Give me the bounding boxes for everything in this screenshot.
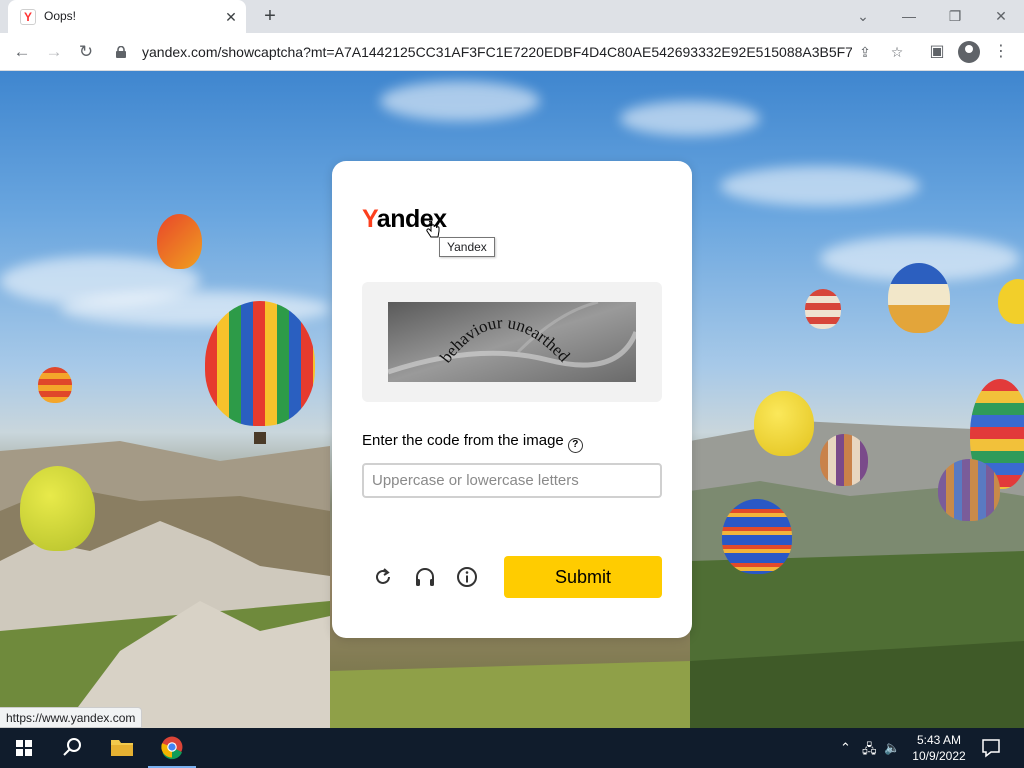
captcha-prompt: Enter the code from the image? bbox=[362, 432, 583, 453]
bookmark-star-icon[interactable]: ☆ bbox=[886, 41, 908, 63]
cloud bbox=[720, 166, 920, 206]
help-icon[interactable]: ? bbox=[567, 438, 583, 453]
side-panel-icon[interactable]: ▣ bbox=[925, 40, 949, 64]
tab-search-chevron-down-icon[interactable]: ⌄ bbox=[851, 4, 875, 28]
hot-air-balloon bbox=[820, 434, 868, 486]
tab-close-icon[interactable]: ✕ bbox=[222, 8, 240, 26]
clock-time: 5:43 AM bbox=[916, 733, 962, 747]
file-explorer-icon[interactable] bbox=[98, 728, 146, 768]
hot-air-balloon bbox=[722, 499, 792, 574]
tab-oops[interactable]: Y Oops! ✕ bbox=[8, 0, 246, 33]
tray-chevron-up-icon[interactable]: ⌃ bbox=[840, 740, 851, 756]
menu-kebab-icon[interactable]: ⋮ bbox=[989, 40, 1013, 64]
reload-icon[interactable]: ↻ bbox=[73, 39, 99, 65]
hot-air-balloon bbox=[157, 214, 202, 269]
hot-air-balloon bbox=[998, 279, 1024, 324]
forward-icon[interactable]: → bbox=[41, 39, 67, 65]
minimize-icon[interactable]: — bbox=[897, 4, 921, 28]
tab-title: Oops! bbox=[44, 9, 77, 23]
browser-toolbar: ← → ↻ yandex.com/showcaptcha?mt=A7A14421… bbox=[0, 33, 1024, 71]
clock-date: 10/9/2022 bbox=[912, 749, 966, 763]
url-text[interactable]: yandex.com/showcaptcha?mt=A7A1442125CC31… bbox=[142, 44, 852, 60]
hot-air-balloon bbox=[205, 301, 315, 426]
captcha-prompt-text: Enter the code from the image bbox=[362, 432, 564, 449]
submit-button[interactable]: Submit bbox=[504, 556, 662, 598]
yandex-favicon-icon: Y bbox=[20, 9, 36, 25]
tab-strip: Y Oops! ✕ + ⌄ — ❐ ✕ bbox=[0, 0, 1024, 33]
captcha-image-container: behaviour unearthed bbox=[362, 282, 662, 402]
hand-cursor-icon bbox=[426, 221, 440, 238]
address-bar[interactable]: yandex.com/showcaptcha?mt=A7A1442125CC31… bbox=[110, 38, 920, 66]
hot-air-balloon bbox=[754, 391, 814, 456]
captcha-image: behaviour unearthed bbox=[388, 302, 636, 382]
window-close-icon[interactable]: ✕ bbox=[989, 4, 1013, 28]
tooltip-yandex: Yandex bbox=[439, 237, 495, 257]
back-icon[interactable]: ← bbox=[9, 39, 35, 65]
yandex-logo-y: Y bbox=[362, 205, 377, 233]
balloon-basket bbox=[254, 432, 266, 444]
share-icon[interactable]: ⇪ bbox=[854, 41, 876, 63]
restore-icon[interactable]: ❐ bbox=[943, 4, 967, 28]
network-icon[interactable]: 🖧 bbox=[862, 740, 877, 762]
status-bar-url: https://www.yandex.com bbox=[0, 707, 143, 728]
headphones-audio-icon[interactable] bbox=[414, 566, 436, 588]
hot-air-balloon bbox=[888, 263, 950, 333]
windows-start-icon[interactable] bbox=[0, 728, 48, 768]
hot-air-balloon bbox=[38, 367, 72, 403]
refresh-icon[interactable] bbox=[372, 566, 394, 588]
lock-icon[interactable] bbox=[116, 46, 126, 58]
cloud bbox=[380, 81, 540, 121]
hot-air-balloon bbox=[805, 289, 841, 329]
cloud bbox=[620, 101, 760, 136]
chrome-icon[interactable] bbox=[148, 728, 196, 768]
captcha-code-input[interactable] bbox=[362, 463, 662, 498]
hot-air-balloon bbox=[20, 466, 95, 551]
notifications-icon[interactable] bbox=[980, 738, 1002, 758]
volume-icon[interactable]: 🔈 bbox=[884, 740, 900, 756]
search-icon[interactable] bbox=[48, 728, 96, 768]
new-tab-button[interactable]: + bbox=[258, 4, 282, 28]
system-clock[interactable]: 5:43 AM 10/9/2022 bbox=[906, 732, 972, 764]
captcha-card: Yandex Yandex behaviour unearthed Enter … bbox=[332, 161, 692, 638]
profile-avatar-icon[interactable] bbox=[958, 41, 980, 63]
info-icon[interactable] bbox=[456, 566, 478, 588]
windows-taskbar: ⌃ 🖧 🔈 5:43 AM 10/9/2022 bbox=[0, 728, 1024, 768]
hot-air-balloon bbox=[938, 459, 1000, 521]
